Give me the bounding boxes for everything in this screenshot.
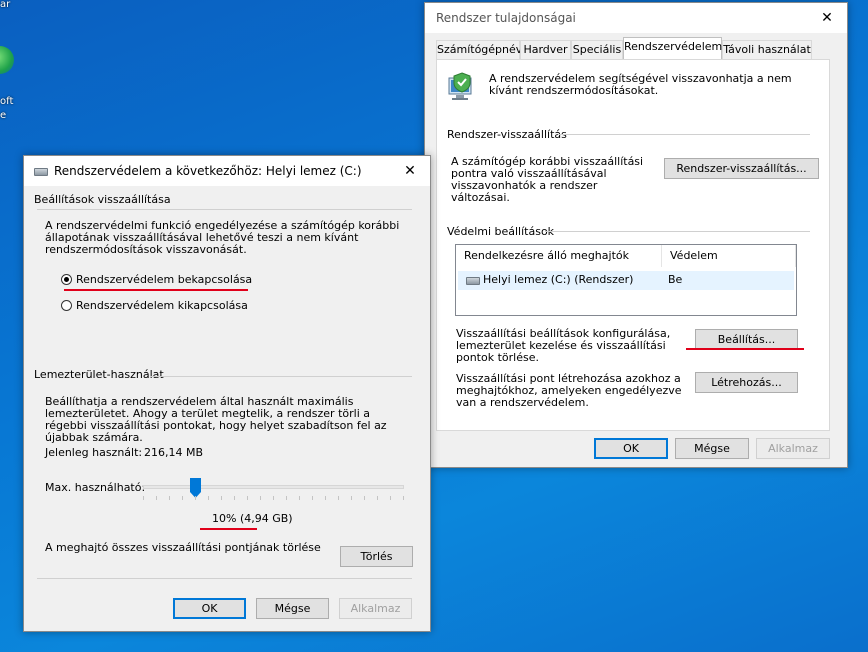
tab-hardware[interactable]: Hardver bbox=[520, 40, 571, 59]
tab-remote[interactable]: Távoli használat bbox=[722, 40, 812, 59]
max-usage-value: 10% (4,94 GB) bbox=[212, 512, 293, 525]
window-title: Rendszer tulajdonságai bbox=[436, 11, 576, 25]
slider-tick bbox=[325, 496, 326, 500]
ok-button[interactable]: OK bbox=[173, 598, 246, 619]
max-usage-label: Max. használható: bbox=[45, 481, 146, 494]
tab-label: Számítógépnév bbox=[437, 43, 523, 56]
slider-tick bbox=[247, 496, 248, 500]
restore-group-label: Rendszer-visszaállítás bbox=[447, 128, 567, 141]
drive-protection-status: Be bbox=[668, 273, 683, 286]
slider-tick bbox=[208, 496, 209, 500]
radio-protection-off-label[interactable]: Rendszervédelem kikapcsolása bbox=[76, 300, 248, 312]
slider-tick bbox=[221, 496, 222, 500]
cancel-button[interactable]: Mégse bbox=[675, 438, 749, 459]
group-divider bbox=[150, 376, 412, 377]
slider-tick bbox=[273, 496, 274, 500]
max-usage-slider[interactable] bbox=[143, 476, 404, 502]
desktop-icons: ar oft e bbox=[0, 0, 30, 130]
intro-text: A rendszervédelem segítségével visszavon… bbox=[489, 72, 792, 97]
radio-protection-off[interactable] bbox=[61, 300, 72, 311]
tab-label: Távoli használat bbox=[723, 43, 811, 56]
table-row[interactable]: Helyi lemez (C:) (Rendszer) Be bbox=[458, 271, 794, 290]
slider-tick bbox=[338, 496, 339, 500]
tab-system-protection[interactable]: Rendszervédelem bbox=[623, 37, 722, 59]
create-restore-point-button[interactable]: Létrehozás... bbox=[695, 372, 798, 393]
slider-tick bbox=[156, 496, 157, 500]
desktop-label: e bbox=[0, 110, 7, 121]
annotation-underline bbox=[64, 289, 248, 291]
apply-button[interactable]: Alkalmaz bbox=[339, 598, 412, 619]
slider-tick bbox=[195, 496, 196, 500]
slider-tick bbox=[403, 496, 404, 500]
current-usage-value: 216,14 MB bbox=[144, 446, 204, 459]
restore-description: A számítógép korábbi visszaállítási pont… bbox=[451, 155, 644, 204]
tab-advanced[interactable]: Speciális bbox=[571, 40, 623, 59]
disk-usage-description: Beállíthatja a rendszervédelem által has… bbox=[45, 395, 387, 444]
radio-protection-on[interactable] bbox=[61, 274, 72, 285]
drive-name: Helyi lemez (C:) (Rendszer) bbox=[483, 273, 634, 286]
title-bar[interactable]: Rendszervédelem a következőhöz: Helyi le… bbox=[24, 156, 430, 186]
group-divider bbox=[545, 231, 810, 232]
slider-thumb[interactable] bbox=[190, 478, 201, 498]
create-description: Visszaállítási pont létrehozása azokhoz … bbox=[456, 372, 682, 409]
configure-button[interactable]: Beállítás... bbox=[695, 329, 798, 350]
slider-tick bbox=[286, 496, 287, 500]
title-bar[interactable]: Rendszer tulajdonságai ✕ bbox=[425, 3, 847, 33]
annotation-underline bbox=[686, 348, 804, 350]
slider-tick bbox=[377, 496, 378, 500]
edge-browser-icon[interactable] bbox=[0, 46, 14, 74]
tab-computer-name[interactable]: Számítógépnév bbox=[436, 40, 523, 59]
dialog-divider bbox=[37, 578, 412, 579]
system-restore-button[interactable]: Rendszer-visszaállítás... bbox=[664, 158, 819, 179]
column-header-protection[interactable]: Védelem bbox=[662, 245, 796, 267]
hard-drive-icon bbox=[466, 277, 480, 285]
hard-drive-icon bbox=[34, 168, 48, 176]
slider-tick bbox=[351, 496, 352, 500]
system-protection-icon bbox=[448, 72, 472, 100]
tab-label: Rendszervédelem bbox=[624, 40, 723, 53]
apply-button[interactable]: Alkalmaz bbox=[756, 438, 830, 459]
slider-tick bbox=[234, 496, 235, 500]
close-icon[interactable]: ✕ bbox=[807, 3, 847, 33]
configure-description: Visszaállítási beállítások konfigurálása… bbox=[456, 327, 671, 364]
slider-tick bbox=[260, 496, 261, 500]
cancel-button[interactable]: Mégse bbox=[256, 598, 329, 619]
group-divider bbox=[37, 209, 412, 210]
slider-tick bbox=[364, 496, 365, 500]
annotation-underline bbox=[200, 528, 257, 530]
slider-tick bbox=[390, 496, 391, 500]
delete-button[interactable]: Törlés bbox=[340, 546, 413, 567]
slider-track[interactable] bbox=[143, 485, 404, 489]
protection-group-label: Védelmi beállítások bbox=[447, 225, 555, 238]
dialog-title: Rendszervédelem a következőhöz: Helyi le… bbox=[54, 164, 362, 178]
slider-tick bbox=[169, 496, 170, 500]
disk-usage-group-label: Lemezterület-használat bbox=[34, 368, 164, 381]
slider-tick bbox=[312, 496, 313, 500]
slider-tick bbox=[182, 496, 183, 500]
close-icon[interactable]: ✕ bbox=[390, 156, 430, 186]
radio-protection-on-label[interactable]: Rendszervédelem bekapcsolása bbox=[76, 274, 252, 286]
column-header-drives[interactable]: Rendelkezésre álló meghajtók bbox=[456, 245, 662, 267]
drives-list[interactable]: Rendelkezésre álló meghajtók Védelem Hel… bbox=[455, 244, 797, 316]
restore-settings-group-label: Beállítások visszaállítása bbox=[34, 193, 171, 206]
current-usage-label: Jelenleg használt: bbox=[45, 446, 143, 459]
ok-button[interactable]: OK bbox=[594, 438, 668, 459]
slider-tick bbox=[299, 496, 300, 500]
desktop-label: ar bbox=[0, 0, 11, 10]
restore-settings-description: A rendszervédelmi funkció engedélyezése … bbox=[45, 219, 400, 256]
delete-description: A meghajtó összes visszaállítási pontján… bbox=[45, 541, 321, 554]
tab-label: Speciális bbox=[572, 43, 622, 56]
tab-label: Hardver bbox=[523, 43, 568, 56]
desktop-label: oft bbox=[0, 96, 14, 107]
slider-tick bbox=[143, 496, 144, 500]
group-divider bbox=[558, 134, 810, 135]
